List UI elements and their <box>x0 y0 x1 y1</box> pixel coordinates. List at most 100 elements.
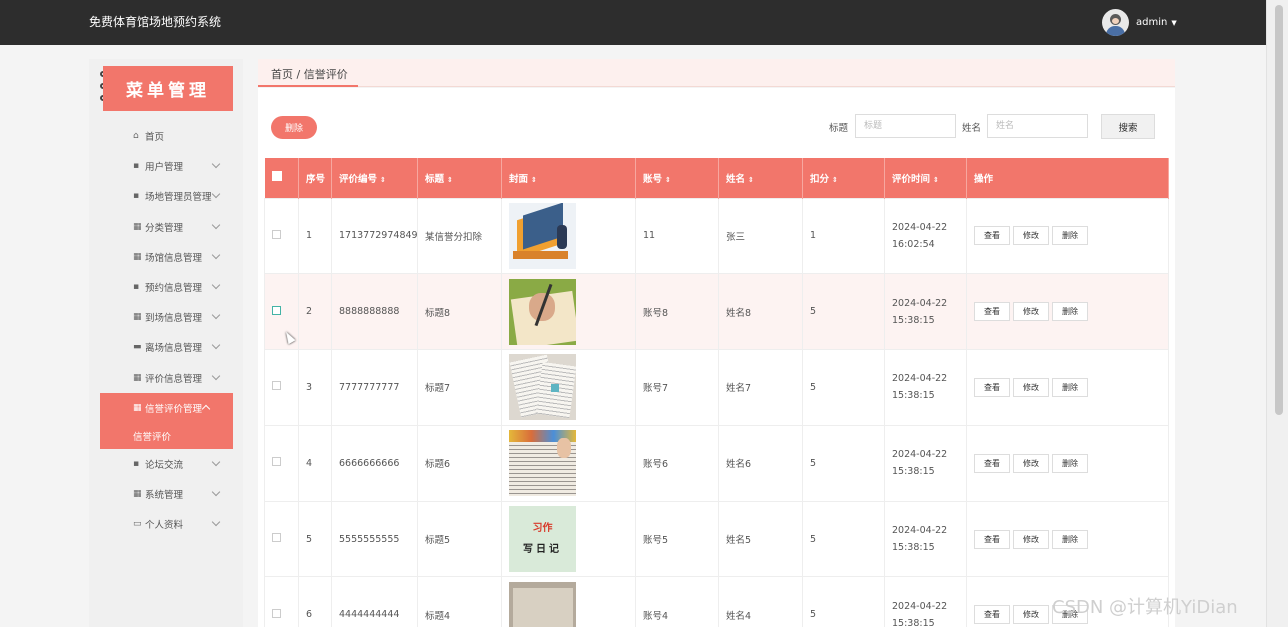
grid-icon: ▦ <box>133 402 142 413</box>
cover-image <box>509 581 635 627</box>
sidebar-item[interactable]: ▦ 到场信息管理 <box>89 302 243 332</box>
row-checkbox[interactable] <box>272 608 281 618</box>
sidebar-item[interactable]: ▪ 预约信息管理 <box>89 272 243 302</box>
sidebar-item[interactable]: ▦ 场馆信息管理 <box>89 242 243 272</box>
sidebar-item-label: 分类管理 <box>145 222 184 234</box>
breadcrumb[interactable]: 首页 / 信誉评价 <box>271 66 348 82</box>
view-button[interactable]: 查看 <box>974 605 1010 625</box>
column-header[interactable]: 标题 ⇕ <box>417 158 502 198</box>
cell-no: 2 <box>298 273 332 351</box>
cell-name: 姓名5 <box>718 500 803 578</box>
column-header[interactable]: 封面 ⇕ <box>501 158 636 198</box>
sidebar-item[interactable]: ▭ 个人资料 <box>89 509 243 539</box>
edit-button[interactable]: 修改 <box>1013 226 1049 246</box>
cell-no: 4 <box>298 424 332 502</box>
sidebar-item[interactable]: ▪ 用户管理 <box>89 151 243 181</box>
table-row[interactable]: 6 4444444444 标题4 账号4 姓名4 5 2024-04-22 15:38:15… <box>264 576 1169 627</box>
edit-button[interactable]: 修改 <box>1013 377 1049 397</box>
sidebar-item[interactable]: ⌂ 首页 <box>89 121 243 151</box>
sidebar-item[interactable]: ▦ 信誉评价管理 <box>100 392 233 423</box>
edit-button[interactable]: 修改 <box>1013 302 1049 322</box>
table-row[interactable]: 1 1713772974849 某信誉分扣除 11 张三 1 2024-04-22 16:0… <box>264 197 1169 275</box>
sidebar-item[interactable]: ▪ 场地管理员管理 <box>89 181 243 211</box>
select-cell[interactable] <box>264 349 299 426</box>
view-button[interactable]: 查看 <box>974 377 1010 397</box>
cover-image <box>509 430 635 497</box>
column-header[interactable]: 姓名 ⇕ <box>718 158 803 198</box>
sidebar-item-label: 信誉评价管理 <box>145 403 203 415</box>
sidebar-item-label: 个人资料 <box>145 520 184 532</box>
name-search-input[interactable] <box>987 114 1088 138</box>
table-row[interactable]: 2 8888888888 标题8 账号8 姓名8 5 2024-04-22 15:38:15… <box>264 273 1169 351</box>
select-cell[interactable] <box>264 500 299 578</box>
chat-icon: ▪ <box>133 191 140 202</box>
caret-down-icon[interactable]: ▼ <box>1171 19 1176 27</box>
table-row[interactable]: 3 7777777777 标题7 账号7 姓名7 5 2024-04-22 15:38:15… <box>264 349 1169 426</box>
cell-time: 2024-04-22 15:38:15 <box>884 424 967 502</box>
bulk-delete-button[interactable]: 删除 <box>271 116 317 139</box>
column-header[interactable]: 评价时间 ⇕ <box>884 158 967 198</box>
select-cell[interactable] <box>264 576 299 627</box>
chevron-icon <box>211 159 221 169</box>
row-checkbox[interactable] <box>272 457 281 467</box>
view-button[interactable]: 查看 <box>974 529 1010 549</box>
delete-button[interactable]: 删除 <box>1052 377 1088 397</box>
cell-no: 6 <box>298 576 332 627</box>
edit-button[interactable]: 修改 <box>1013 605 1049 625</box>
page-scrollbar[interactable] <box>1266 0 1288 627</box>
sidebar-item[interactable]: ▦ 评价信息管理 <box>89 363 243 393</box>
column-header[interactable]: 扣分 ⇕ <box>802 158 885 198</box>
title-search-input[interactable] <box>855 114 956 138</box>
select-all-cell[interactable] <box>264 158 299 198</box>
chevron-icon <box>211 190 221 199</box>
search-button[interactable]: 搜索 <box>1101 114 1155 139</box>
cover-image <box>509 278 635 345</box>
delete-button[interactable]: 删除 <box>1052 302 1088 322</box>
select-all-checkbox[interactable] <box>271 171 282 182</box>
view-button[interactable]: 查看 <box>974 302 1010 322</box>
scrollbar-thumb[interactable] <box>1275 5 1283 415</box>
cell-name: 姓名7 <box>718 349 803 426</box>
cell-cover <box>501 197 636 275</box>
cell-cover: 习作 写日记 <box>501 500 636 578</box>
sidebar-item[interactable]: ▦ 系统管理 <box>89 479 243 509</box>
row-checkbox[interactable] <box>272 381 281 391</box>
sidebar-item-label: 论坛交流 <box>145 459 184 471</box>
sidebar-item-label: 离场信息管理 <box>145 343 203 355</box>
sidebar-item[interactable]: ▬ 离场信息管理 <box>89 332 243 362</box>
cell-code: 7777777777 <box>331 349 418 426</box>
row-checkbox[interactable] <box>272 229 281 239</box>
grid-icon: ▦ <box>133 312 142 323</box>
image-icon: ▪ <box>133 282 140 293</box>
sidebar-item[interactable]: ▦ 分类管理 <box>89 212 243 242</box>
sidebar-item[interactable]: ▪ 论坛交流 <box>89 449 243 479</box>
cell-title: 标题8 <box>417 273 502 351</box>
delete-button[interactable]: 删除 <box>1052 529 1088 549</box>
delete-button[interactable]: 删除 <box>1052 453 1088 473</box>
cover-image <box>509 202 635 269</box>
table-row[interactable]: 4 6666666666 标题6 账号6 姓名6 5 2024-04-22 15:38:15… <box>264 424 1169 502</box>
edit-button[interactable]: 修改 <box>1013 529 1049 549</box>
delete-button[interactable]: 删除 <box>1052 226 1088 246</box>
user-menu[interactable]: admin ▼ <box>1102 9 1177 36</box>
column-header[interactable]: 账号 ⇕ <box>635 158 719 198</box>
cell-cover <box>501 349 636 426</box>
cell-title: 标题6 <box>417 424 502 502</box>
cell-deduct: 1 <box>802 197 885 275</box>
select-cell[interactable] <box>264 424 299 502</box>
edit-button[interactable]: 修改 <box>1013 453 1049 473</box>
sort-icon: ⇕ <box>933 175 939 184</box>
column-header[interactable]: 评价编号 ⇕ <box>331 158 418 198</box>
cell-actions: 查看 修改 删除 <box>966 500 1169 578</box>
view-button[interactable]: 查看 <box>974 226 1010 246</box>
title-search-label: 标题 <box>829 123 849 134</box>
sidebar-subitem[interactable]: 信誉评价 <box>100 422 233 449</box>
username[interactable]: admin <box>1136 17 1167 28</box>
row-checkbox[interactable] <box>272 305 281 315</box>
select-cell[interactable] <box>264 197 299 275</box>
table-row[interactable]: 5 5555555555 标题5 习作 写日记 账号5 姓名5 5 2024-04-22 15:… <box>264 500 1169 578</box>
view-button[interactable]: 查看 <box>974 453 1010 473</box>
row-checkbox[interactable] <box>272 533 281 543</box>
avatar[interactable] <box>1102 9 1129 36</box>
sort-icon: ⇕ <box>531 175 537 184</box>
